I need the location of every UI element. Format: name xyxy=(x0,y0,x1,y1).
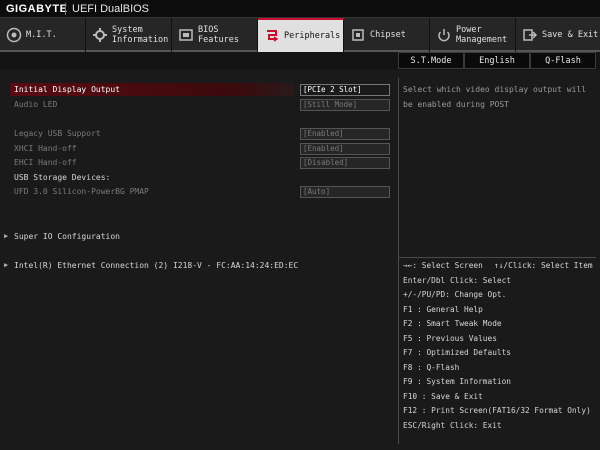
tab-peripherals[interactable]: Peripherals xyxy=(258,18,344,52)
setting-xhci-hand-off[interactable]: XHCI Hand-off [Enabled] xyxy=(4,142,396,155)
submenu-label: Intel(R) Ethernet Connection (2) I218-V … xyxy=(14,261,299,270)
submenu-super-io-configuration[interactable]: ▶ Super IO Configuration xyxy=(4,230,396,243)
help-description: Select which video display output will b… xyxy=(403,85,587,109)
key-hint: F2 : Smart Tweak Mode xyxy=(403,319,502,328)
usb-storage-devices-heading: USB Storage Devices: xyxy=(4,171,396,184)
panel-divider xyxy=(398,78,399,444)
system-info-icon xyxy=(93,28,107,42)
top-brand-bar: GIGABYTE UEFI DualBIOS xyxy=(0,0,600,18)
setting-audio-led[interactable]: Audio LED [Still Mode] xyxy=(4,98,396,111)
submenu-arrow-icon: ▶ xyxy=(4,261,9,269)
setting-value[interactable]: [Auto] xyxy=(300,186,390,198)
tab-mit[interactable]: M.I.T. xyxy=(0,18,86,52)
key-hint: F9 : System Information xyxy=(403,377,511,386)
tab-label: Save & Exit xyxy=(542,30,599,40)
tab-label: System Information xyxy=(112,25,169,45)
tab-label: Power Management xyxy=(456,25,508,45)
sub-toolbar: S.T.Mode English Q-Flash xyxy=(0,52,600,70)
setting-legacy-usb-support[interactable]: Legacy USB Support [Enabled] xyxy=(4,127,396,140)
setting-label: Audio LED xyxy=(14,100,58,109)
setting-value[interactable]: [Enabled] xyxy=(300,128,390,140)
key-hint: +/-/PU/PD: Change Opt. xyxy=(403,290,507,299)
chipset-icon xyxy=(352,29,364,41)
key-hint: F7 : Optimized Defaults xyxy=(403,348,511,357)
qflash-button[interactable]: Q-Flash xyxy=(530,52,596,69)
setting-label: Initial Display Output xyxy=(14,85,120,94)
submenu-arrow-icon: ▶ xyxy=(4,232,9,240)
tab-power-management[interactable]: Power Management xyxy=(430,18,516,52)
mit-icon xyxy=(6,27,22,43)
submenu-label: Super IO Configuration xyxy=(14,232,120,241)
setting-initial-display-output[interactable]: Initial Display Output [PCIe 2 Slot] xyxy=(4,83,396,96)
submenu-intel-ethernet[interactable]: ▶ Intel(R) Ethernet Connection (2) I218-… xyxy=(4,259,396,272)
tab-chipset[interactable]: Chipset xyxy=(344,18,430,52)
help-divider xyxy=(399,257,596,258)
tab-system-information[interactable]: System Information xyxy=(86,18,172,52)
setting-value[interactable]: [Enabled] xyxy=(300,143,390,155)
tab-label: Chipset xyxy=(370,30,406,40)
setting-ufd-device[interactable]: UFD 3.0 Silicon-PowerBG PMAP [Auto] xyxy=(4,185,396,198)
setting-value[interactable]: [Still Mode] xyxy=(300,99,390,111)
tab-save-exit[interactable]: Save & Exit xyxy=(516,18,600,52)
key-hint: ↑↓/Click: Select Item xyxy=(494,261,593,270)
setting-value[interactable]: [Disabled] xyxy=(300,157,390,169)
key-hint: F8 : Q-Flash xyxy=(403,363,460,372)
key-hint: →←: Select Screen xyxy=(403,261,483,270)
brand-separator xyxy=(65,3,66,15)
setting-label: XHCI Hand-off xyxy=(14,144,77,153)
setting-label: UFD 3.0 Silicon-PowerBG PMAP xyxy=(14,187,149,196)
tab-label: BIOS Features xyxy=(198,25,239,45)
section-heading: USB Storage Devices: xyxy=(14,173,111,182)
peripherals-icon xyxy=(267,30,279,42)
setting-value[interactable]: [PCIe 2 Slot] xyxy=(300,84,390,96)
language-button[interactable]: English xyxy=(464,52,530,69)
setting-ehci-hand-off[interactable]: EHCI Hand-off [Disabled] xyxy=(4,156,396,169)
key-hint: ESC/Right Click: Exit xyxy=(403,421,502,430)
key-hint: F1 : General Help xyxy=(403,305,483,314)
tab-bios-features[interactable]: BIOS Features xyxy=(172,18,258,52)
key-hint: Enter/Dbl Click: Select xyxy=(403,276,511,285)
tab-label: Peripherals xyxy=(284,31,341,41)
power-management-icon xyxy=(438,29,450,42)
key-hint: F5 : Previous Values xyxy=(403,334,497,343)
save-exit-icon xyxy=(523,29,538,41)
st-mode-button[interactable]: S.T.Mode xyxy=(398,52,464,69)
setting-label: EHCI Hand-off xyxy=(14,158,77,167)
main-tab-bar: M.I.T. System Information BIOS Features … xyxy=(0,18,600,52)
brand-logo: GIGABYTE xyxy=(6,3,68,15)
key-hint: F12 : Print Screen(FAT16/32 Format Only) xyxy=(403,406,591,415)
product-name: UEFI DualBIOS xyxy=(72,3,150,15)
key-hint: F10 : Save & Exit xyxy=(403,392,483,401)
settings-panel: Initial Display Output [PCIe 2 Slot] Aud… xyxy=(4,78,396,444)
bios-features-icon xyxy=(179,29,193,41)
tab-label: M.I.T. xyxy=(26,30,57,40)
setting-label: Legacy USB Support xyxy=(14,129,101,138)
